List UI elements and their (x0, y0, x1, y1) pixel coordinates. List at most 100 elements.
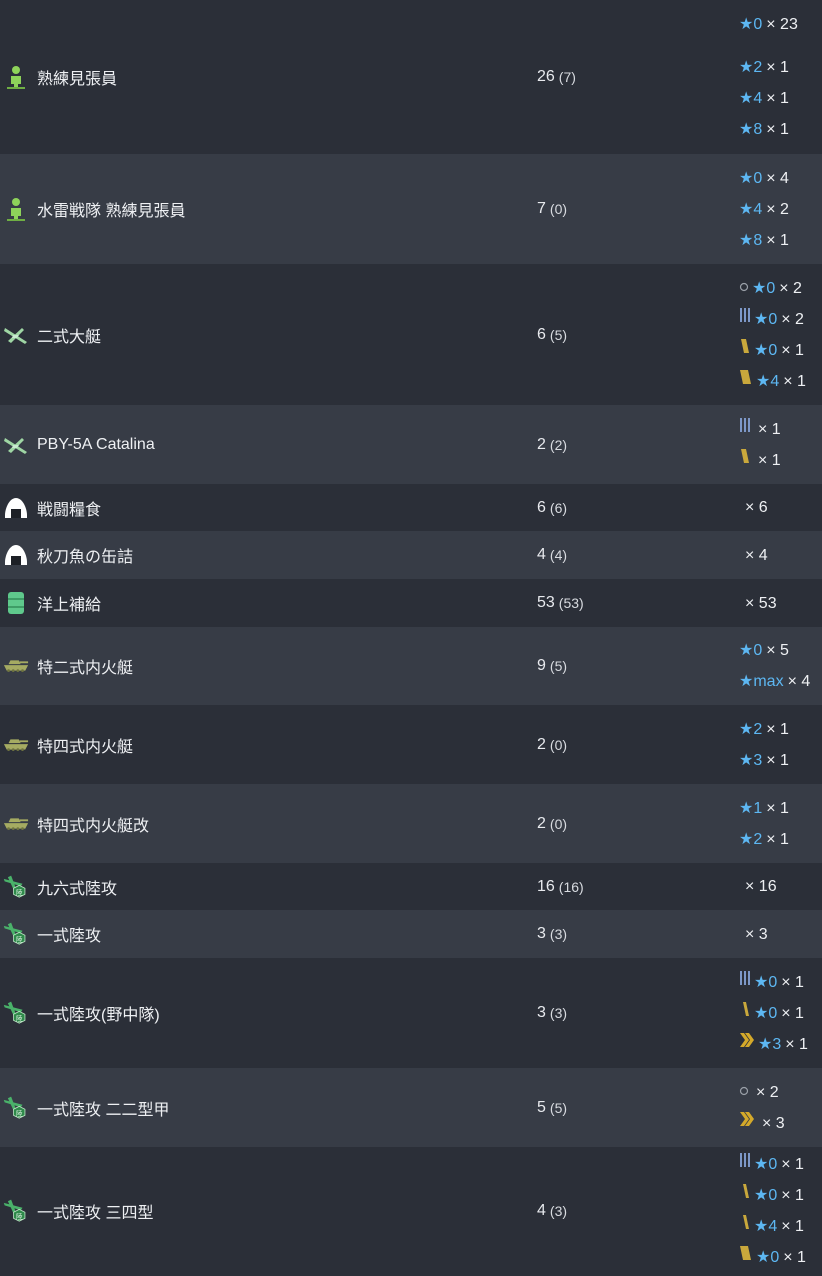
equipment-name[interactable]: 熟練見張員 (37, 65, 117, 89)
breakdown-count: × 5 (766, 642, 789, 659)
ration-icon (3, 493, 29, 523)
equipment-count: 2 (537, 814, 546, 832)
proficiency-bar-icon (739, 445, 751, 476)
breakdown-line: ★2 × 1 (739, 714, 822, 745)
land-bomber-icon: 陸 (3, 998, 29, 1028)
breakdown-line: × 1 (739, 414, 822, 445)
equipment-count-cell: 6 (5) (537, 264, 567, 405)
table-row: 特四式内火艇改 2 (0) ★1 × 1 ★2 × 1 (0, 784, 822, 863)
svg-text:陸: 陸 (16, 1013, 23, 1022)
land-bomber-icon: 陸 (3, 919, 29, 949)
equipment-name[interactable]: 戦闘糧食 (37, 496, 101, 520)
equipment-name[interactable]: 水雷戦隊 熟練見張員 (37, 197, 185, 221)
equipment-count-cell: 6 (6) (537, 484, 567, 531)
equipment-name[interactable]: 一式陸攻 (37, 922, 101, 946)
land-bomber-icon: 陸 (3, 1196, 29, 1226)
table-row: 洋上補給 53 (53) × 53 (0, 579, 822, 627)
breakdown-count: × 1 (785, 1035, 808, 1053)
proficiency-bar-icon (739, 1242, 753, 1273)
equipment-name-cell: 秋刀魚の缶詰 (0, 531, 520, 579)
equipment-name[interactable]: 一式陸攻 二二型甲 (37, 1096, 169, 1120)
improvement-breakdown: ★0 × 1 ★0 × 1 ★4 × 1 ★0 × 1 (739, 1147, 822, 1275)
equipment-name[interactable]: PBY-5A Catalina (37, 436, 155, 454)
equipment-name-cell: PBY-5A Catalina (0, 405, 520, 484)
breakdown-count: × 1 (781, 341, 804, 359)
improvement-breakdown: × 2 × 3 (739, 1068, 822, 1147)
table-row: 陸 一式陸攻 三四型 4 (3) ★0 × 1 ★0 × 1 ★4 × 1 ★0 × 1 (0, 1147, 822, 1275)
proficiency-bar-icon (739, 366, 753, 397)
proficiency-bar-icon (739, 1211, 751, 1242)
improvement-breakdown: ★0 × 2 ★0 × 2 ★0 × 1 ★4 × 1 (739, 264, 822, 405)
equipment-count: 2 (537, 735, 546, 753)
equipment-count-unlocked: (0) (549, 736, 568, 753)
proficiency-bars-icon (739, 967, 751, 998)
breakdown-line: × 16 (745, 871, 822, 902)
improvement-star-level: ★0 (754, 341, 778, 359)
equipment-count-cell: 3 (3) (537, 958, 567, 1068)
equipment-count: 3 (537, 1004, 546, 1021)
improvement-star-level: ★2 (739, 59, 763, 76)
table-row: 陸 一式陸攻(野中隊) 3 (3) ★0 × 1 ★0 × 1 ★3 × 1 (0, 958, 822, 1068)
svg-text:陸: 陸 (16, 1211, 23, 1220)
breakdown-line: × 1 (739, 445, 822, 476)
breakdown-line: ★1 × 1 (739, 793, 822, 824)
equipment-name[interactable]: 秋刀魚の缶詰 (37, 543, 133, 567)
breakdown-count: × 6 (745, 499, 768, 516)
breakdown-line: ★3 × 1 (739, 1029, 822, 1060)
equipment-name[interactable]: 一式陸攻 三四型 (37, 1199, 153, 1223)
breakdown-count: × 2 (779, 279, 802, 297)
improvement-star-level: ★0 (754, 310, 778, 328)
breakdown-line: ★4 × 1 (739, 83, 822, 114)
equipment-name-cell: 戦闘糧食 (0, 484, 520, 531)
improvement-breakdown: ★2 × 1 ★3 × 1 (739, 705, 822, 784)
breakdown-count: × 16 (745, 878, 777, 895)
equipment-count-cell: 2 (0) (537, 705, 567, 784)
equipment-count-cell: 9 (5) (537, 627, 567, 705)
equipment-count-cell: 3 (3) (537, 910, 567, 958)
breakdown-line: × 3 (739, 1108, 822, 1139)
equipment-name[interactable]: 一式陸攻(野中隊) (37, 1001, 160, 1025)
breakdown-count: × 53 (745, 594, 777, 612)
improvement-star-level: ★0 (739, 169, 763, 187)
equipment-name[interactable]: 特四式内火艇改 (37, 812, 149, 836)
improvement-star-level: ★3 (758, 1035, 782, 1053)
proficiency-bars-icon (739, 1149, 751, 1180)
equipment-name[interactable]: 九六式陸攻 (37, 875, 117, 899)
table-row: PBY-5A Catalina 2 (2) × 1 × 1 (0, 405, 822, 484)
table-row: 水雷戦隊 熟練見張員 7 (0) ★0 × 4 ★4 × 2 ★8 × 1 (0, 154, 822, 264)
breakdown-line: ★8 × 1 (739, 225, 822, 256)
breakdown-line: × 2 (739, 1077, 822, 1108)
breakdown-count: × 1 (766, 830, 789, 848)
breakdown-line: ★8 × 1 (739, 114, 822, 145)
equipment-count-unlocked: (3) (549, 1203, 568, 1219)
equipment-name[interactable]: 特四式内火艇 (37, 733, 133, 757)
equipment-count: 26 (537, 68, 555, 85)
land-bomber-icon: 陸 (3, 872, 29, 902)
breakdown-count: × 1 (758, 451, 781, 469)
table-row: 陸 一式陸攻 3 (3) × 3 (0, 910, 822, 958)
breakdown-count: × 1 (766, 90, 789, 107)
equipment-count-cell: 2 (2) (537, 405, 567, 484)
equipment-name[interactable]: 二式大艇 (37, 323, 101, 347)
equipment-name[interactable]: 特二式内火艇 (37, 654, 133, 678)
equipment-name-cell: 特二式内火艇 (0, 627, 520, 705)
equipment-count-unlocked: (5) (549, 326, 568, 343)
breakdown-count: × 2 (781, 310, 804, 328)
equipment-count: 9 (537, 657, 546, 674)
improvement-breakdown: × 6 (739, 484, 822, 531)
improvement-breakdown: ★1 × 1 ★2 × 1 (739, 784, 822, 863)
improvement-breakdown: × 53 (739, 579, 822, 627)
proficiency-chevron-icon (739, 1029, 755, 1060)
proficiency-bar-icon (739, 1180, 751, 1211)
improvement-star-level: ★8 (739, 231, 763, 249)
proficiency-bar-icon (739, 998, 751, 1029)
table-row: 秋刀魚の缶詰 4 (4) × 4 (0, 531, 822, 579)
table-row: 二式大艇 6 (5) ★0 × 2 ★0 × 2 ★0 × 1 ★4 × 1 (0, 264, 822, 405)
improvement-star-level: ★8 (739, 121, 763, 138)
improvement-breakdown: × 3 (739, 910, 822, 958)
equipment-table: 熟練見張員 26 (7) ★0 × 23 ★2 × 1 ★4 × 1 ★8 × 1 水雷戦隊 … (0, 0, 822, 1275)
equipment-name[interactable]: 洋上補給 (37, 591, 101, 615)
breakdown-line: ★4 × 2 (739, 194, 822, 225)
equipment-name-cell: 陸 九六式陸攻 (0, 863, 520, 910)
improvement-star-level: ★2 (739, 830, 763, 848)
